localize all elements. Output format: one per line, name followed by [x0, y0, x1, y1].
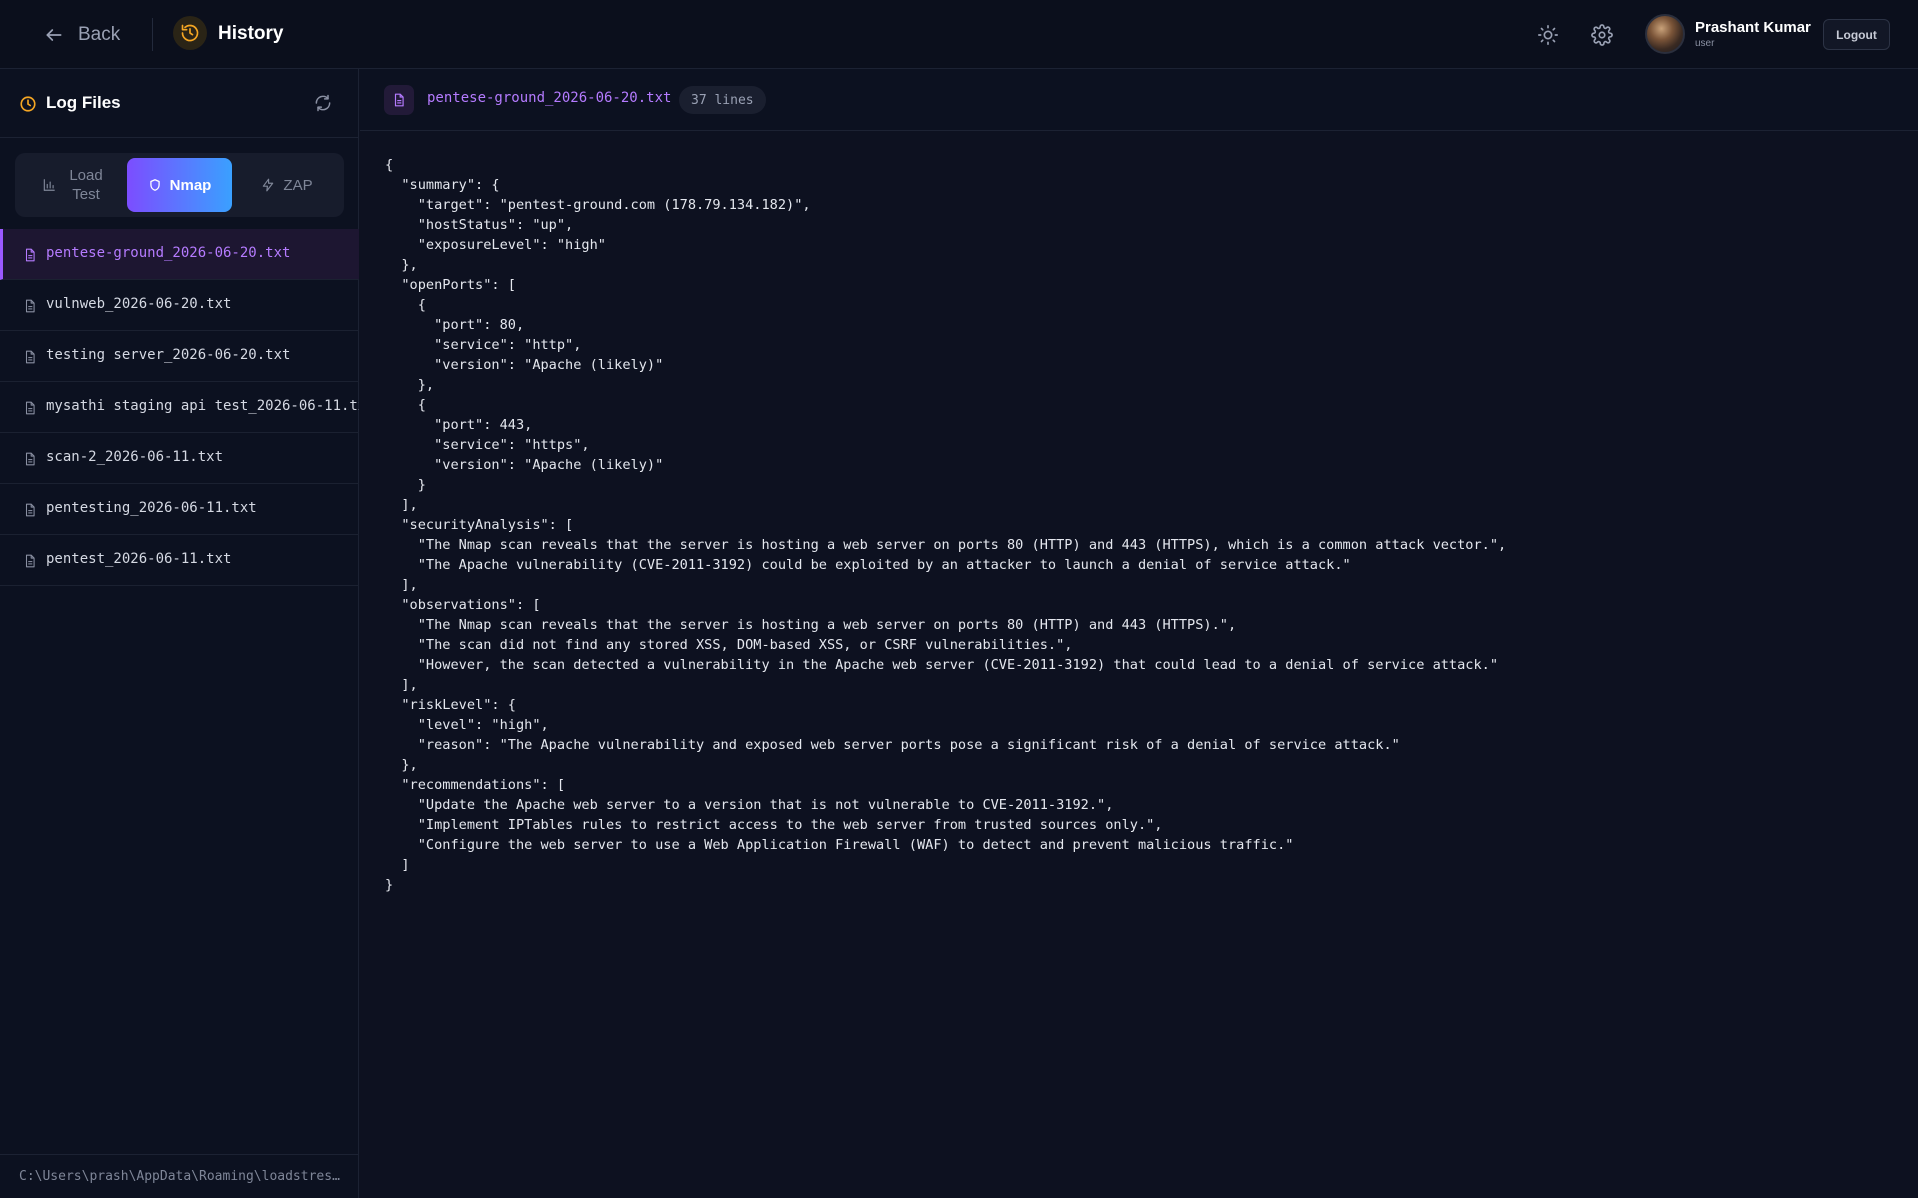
user-name: Prashant Kumar [1695, 19, 1811, 36]
tab-label: Load Test [69, 167, 103, 203]
code-line: "hostStatus": "up", [385, 217, 574, 233]
code-line: "observations": [ [385, 597, 541, 613]
code-line: "However, the scan detected a vulnerabil… [385, 657, 1499, 673]
list-item[interactable]: pentest_2026-06-11.txt [0, 535, 359, 586]
code-line: { [385, 397, 426, 413]
code-line: "The Apache vulnerability (CVE-2011-3192… [385, 557, 1351, 573]
scan-type-tabs: Load Test Nmap ZAP [15, 153, 344, 217]
code-line: ], [385, 497, 418, 513]
code-line: "The Nmap scan reveals that the server i… [385, 537, 1507, 553]
user-role: user [1695, 38, 1715, 49]
theme-toggle-button[interactable] [1533, 20, 1563, 50]
avatar[interactable] [1645, 14, 1685, 54]
code-line: "securityAnalysis": [ [385, 517, 574, 533]
sidebar-header: Log Files [0, 69, 359, 138]
code-line: "The scan did not find any stored XSS, D… [385, 637, 1073, 653]
file-name: vulnweb_2026-06-20.txt [46, 296, 232, 312]
file-icon [25, 248, 35, 262]
sun-icon [1538, 25, 1558, 45]
code-line: }, [385, 757, 418, 773]
logout-button[interactable]: Logout [1823, 19, 1890, 50]
file-icon [25, 452, 35, 466]
log-file-list: pentese-ground_2026-06-20.txt vulnweb_20… [0, 229, 359, 586]
shield-icon [149, 179, 160, 191]
file-viewer-header: pentese-ground_2026-06-20.txt 37 lines [360, 69, 1918, 131]
file-name: mysathi staging api test_2026-06-11.txt [46, 398, 359, 414]
code-line: "Update the Apache web server to a versi… [385, 797, 1114, 813]
list-item[interactable]: pentese-ground_2026-06-20.txt [0, 229, 359, 280]
file-icon [25, 299, 35, 313]
tab-nmap[interactable]: Nmap [127, 158, 232, 212]
back-button[interactable]: Back [44, 20, 120, 50]
file-icon [25, 503, 35, 517]
file-name: pentesting_2026-06-11.txt [46, 500, 257, 516]
code-line: "reason": "The Apache vulnerability and … [385, 737, 1400, 753]
code-line: }, [385, 257, 418, 273]
bar-chart-icon [43, 179, 55, 191]
list-item[interactable]: testing server_2026-06-20.txt [0, 331, 359, 382]
history-icon [173, 16, 207, 50]
code-line: "service": "http", [385, 337, 582, 353]
code-line: ], [385, 677, 418, 693]
viewer-filename: pentese-ground_2026-06-20.txt [427, 90, 672, 106]
code-line: "version": "Apache (likely)" [385, 457, 664, 473]
code-line: "version": "Apache (likely)" [385, 357, 664, 373]
list-item[interactable]: pentesting_2026-06-11.txt [0, 484, 359, 535]
code-line: "recommendations": [ [385, 777, 566, 793]
code-line: "exposureLevel": "high" [385, 237, 606, 253]
tab-label: Nmap [169, 176, 212, 194]
list-item[interactable]: vulnweb_2026-06-20.txt [0, 280, 359, 331]
list-item[interactable]: scan-2_2026-06-11.txt [0, 433, 359, 484]
code-line: "riskLevel": { [385, 697, 516, 713]
file-icon [25, 554, 35, 568]
tab-label: ZAP [283, 176, 313, 194]
code-line: } [385, 877, 394, 893]
settings-button[interactable] [1587, 20, 1617, 50]
sidebar-title: Log Files [46, 93, 121, 112]
line-count-badge: 37 lines [679, 86, 766, 114]
code-line: ], [385, 577, 418, 593]
code-line: "openPorts": [ [385, 277, 516, 293]
code-line: "Configure the web server to use a Web A… [385, 837, 1294, 853]
sidebar: Log Files Load Test Nmap ZAP pentese-gro… [0, 69, 359, 1198]
code-line: }, [385, 377, 435, 393]
file-name: pentest_2026-06-11.txt [46, 551, 232, 567]
page-title: History [218, 23, 284, 44]
code-line: "service": "https", [385, 437, 590, 453]
file-icon [25, 350, 35, 364]
code-line: "summary": { [385, 177, 500, 193]
code-line: { [385, 157, 394, 173]
code-line: "port": 443, [385, 417, 533, 433]
file-name: pentese-ground_2026-06-20.txt [46, 245, 291, 261]
code-line: { [385, 297, 426, 313]
gear-icon [1591, 24, 1613, 46]
code-line: "port": 80, [385, 317, 525, 333]
file-content-viewer[interactable]: { "summary": { "target": "pentest-ground… [385, 155, 1905, 1185]
file-name: scan-2_2026-06-11.txt [46, 449, 224, 465]
code-line: "level": "high", [385, 717, 549, 733]
code-line: "Implement IPTables rules to restrict ac… [385, 817, 1163, 833]
code-line: "The Nmap scan reveals that the server i… [385, 617, 1237, 633]
back-label: Back [78, 24, 121, 45]
refresh-icon[interactable] [313, 93, 333, 113]
tab-load-test[interactable]: Load Test [21, 158, 129, 212]
list-item[interactable]: mysathi staging api test_2026-06-11.txt [0, 382, 359, 433]
folder-path-text: C:\Users\prash\AppData\Roaming\loadstres… [19, 1169, 341, 1184]
tab-zap[interactable]: ZAP [237, 158, 337, 212]
top-header: Back History Prashant Kumar user Logout [0, 0, 1918, 69]
code-line: "target": "pentest-ground.com (178.79.13… [385, 197, 811, 213]
header-divider [152, 18, 153, 51]
clock-icon [20, 96, 36, 112]
lightning-icon [263, 178, 274, 192]
file-icon [25, 401, 35, 415]
code-line: ] [385, 857, 410, 873]
arrow-left-icon [46, 29, 62, 41]
code-line: } [385, 477, 426, 493]
file-name: testing server_2026-06-20.txt [46, 347, 291, 363]
log-folder-path: C:\Users\prash\AppData\Roaming\loadstres… [0, 1154, 359, 1198]
file-icon [384, 85, 414, 115]
